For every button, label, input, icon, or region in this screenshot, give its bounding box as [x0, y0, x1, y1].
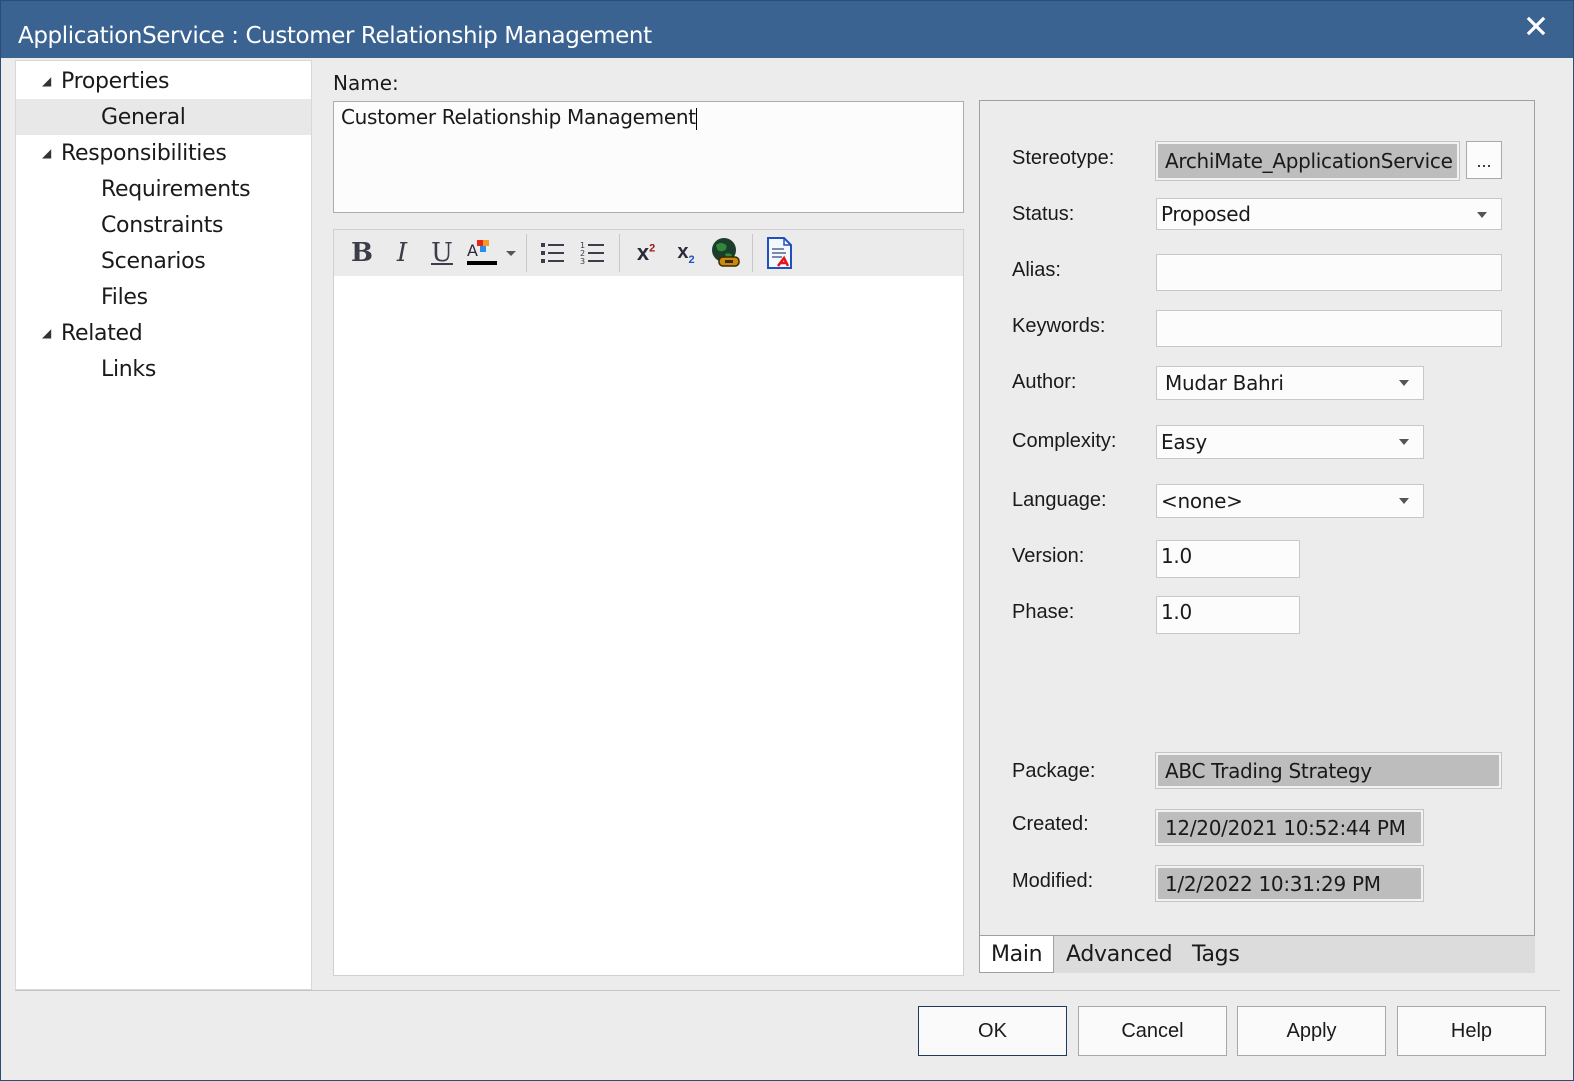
font-color-dropdown[interactable]: [502, 233, 520, 273]
modified-label: Modified:: [1012, 870, 1094, 892]
toolbar-separator: [619, 234, 620, 272]
package-field: ABC Trading Strategy: [1155, 752, 1502, 789]
name-label: Name:: [333, 71, 399, 95]
chevron-down-icon: [1399, 498, 1409, 504]
hyperlink-button[interactable]: [706, 233, 746, 273]
help-button[interactable]: Help: [1397, 1006, 1546, 1056]
author-dropdown[interactable]: Mudar Bahri: [1156, 366, 1424, 400]
properties-panel: Stereotype: ArchiMate_ApplicationService…: [979, 100, 1535, 936]
modified-field: 1/2/2022 10:31:29 PM: [1155, 865, 1424, 902]
toolbar-separator: [526, 234, 527, 272]
document-button[interactable]: [759, 233, 799, 273]
superscript-button[interactable]: x2: [626, 233, 666, 273]
version-label: Version:: [1012, 545, 1085, 567]
cancel-button[interactable]: Cancel: [1078, 1006, 1227, 1056]
font-color-button[interactable]: A: [462, 233, 502, 273]
apply-button[interactable]: Apply: [1237, 1006, 1386, 1056]
status-label: Status:: [1012, 203, 1075, 225]
tree-item-responsibilities[interactable]: ◢ Responsibilities: [16, 135, 311, 171]
navigation-tree: ◢ Properties General ◢ Responsibilities …: [15, 60, 312, 990]
svg-text:A: A: [467, 241, 478, 260]
subscript-icon: x2: [677, 240, 695, 266]
stereotype-browse-button[interactable]: ...: [1466, 141, 1502, 179]
phase-label: Phase:: [1012, 601, 1075, 623]
package-label: Package:: [1012, 760, 1096, 782]
tab-tags[interactable]: Tags: [1181, 936, 1251, 973]
subscript-button[interactable]: x2: [666, 233, 706, 273]
author-label: Author:: [1012, 371, 1077, 393]
italic-button[interactable]: I: [382, 233, 422, 273]
close-button[interactable]: [1521, 11, 1551, 41]
bullet-list-button[interactable]: [533, 233, 573, 273]
tree-item-constraints[interactable]: Constraints: [16, 207, 311, 243]
numbered-list-icon: 1 2 3: [580, 241, 604, 266]
properties-tabs: Main Advanced Tags: [979, 936, 1535, 973]
status-dropdown[interactable]: Proposed: [1156, 198, 1502, 230]
close-icon: [1526, 16, 1546, 36]
keywords-label: Keywords:: [1012, 315, 1106, 337]
phase-input[interactable]: 1.0: [1156, 596, 1300, 634]
text-caret: [695, 107, 697, 130]
tree-item-general[interactable]: General: [16, 99, 311, 135]
superscript-icon: x2: [636, 240, 656, 265]
keywords-input[interactable]: [1156, 310, 1502, 347]
window-title: ApplicationService : Customer Relationsh…: [18, 23, 652, 49]
tab-main[interactable]: Main: [979, 936, 1055, 973]
tab-advanced[interactable]: Advanced: [1055, 936, 1183, 973]
title-bar[interactable]: ApplicationService : Customer Relationsh…: [1, 1, 1573, 58]
formatting-toolbar: B I U A 1 2 3 x2 x2: [334, 230, 963, 276]
underline-icon: U: [431, 238, 453, 268]
document-icon: [767, 237, 792, 269]
ok-button[interactable]: OK: [918, 1006, 1067, 1056]
underline-button[interactable]: U: [422, 233, 462, 273]
version-input[interactable]: 1.0: [1156, 540, 1300, 578]
language-label: Language:: [1012, 489, 1107, 511]
name-input[interactable]: Customer Relationship Management: [333, 101, 964, 213]
complexity-dropdown[interactable]: Easy: [1156, 425, 1424, 459]
tree-item-related[interactable]: ◢ Related: [16, 315, 311, 351]
tree-item-links[interactable]: Links: [16, 351, 311, 387]
toolbar-separator: [752, 234, 753, 272]
tree-item-scenarios[interactable]: Scenarios: [16, 243, 311, 279]
numbered-list-button[interactable]: 1 2 3: [573, 233, 613, 273]
tree-item-requirements[interactable]: Requirements: [16, 171, 311, 207]
hyperlink-icon: [712, 238, 740, 267]
bold-icon: B: [351, 238, 373, 268]
stereotype-label: Stereotype:: [1012, 147, 1115, 169]
chevron-down-icon: [1399, 439, 1409, 445]
tree-item-files[interactable]: Files: [16, 279, 311, 315]
chevron-down-icon: [1399, 380, 1409, 386]
name-value: Customer Relationship Management: [341, 105, 696, 129]
font-color-icon: A: [467, 240, 497, 265]
dropdown-arrow-icon: [506, 250, 516, 256]
complexity-label: Complexity:: [1012, 430, 1117, 452]
svg-text:3: 3: [580, 257, 585, 266]
expand-triangle-icon[interactable]: ◢: [42, 146, 51, 160]
expand-triangle-icon[interactable]: ◢: [42, 326, 51, 340]
bold-button[interactable]: B: [342, 233, 382, 273]
notes-editor[interactable]: B I U A 1 2 3 x2 x2: [333, 229, 964, 976]
stereotype-field: ArchiMate_ApplicationService: [1155, 141, 1460, 181]
expand-triangle-icon[interactable]: ◢: [42, 74, 51, 88]
created-field: 12/20/2021 10:52:44 PM: [1155, 809, 1424, 846]
alias-input[interactable]: [1156, 254, 1502, 291]
footer-divider: [15, 990, 1560, 991]
created-label: Created:: [1012, 813, 1089, 835]
language-dropdown[interactable]: <none>: [1156, 484, 1424, 518]
chevron-down-icon: [1477, 212, 1487, 218]
alias-label: Alias:: [1012, 259, 1061, 281]
properties-dialog: ApplicationService : Customer Relationsh…: [0, 0, 1574, 1081]
bullet-list-icon: [541, 243, 564, 263]
italic-icon: I: [396, 238, 408, 268]
tree-item-properties[interactable]: ◢ Properties: [16, 63, 311, 99]
